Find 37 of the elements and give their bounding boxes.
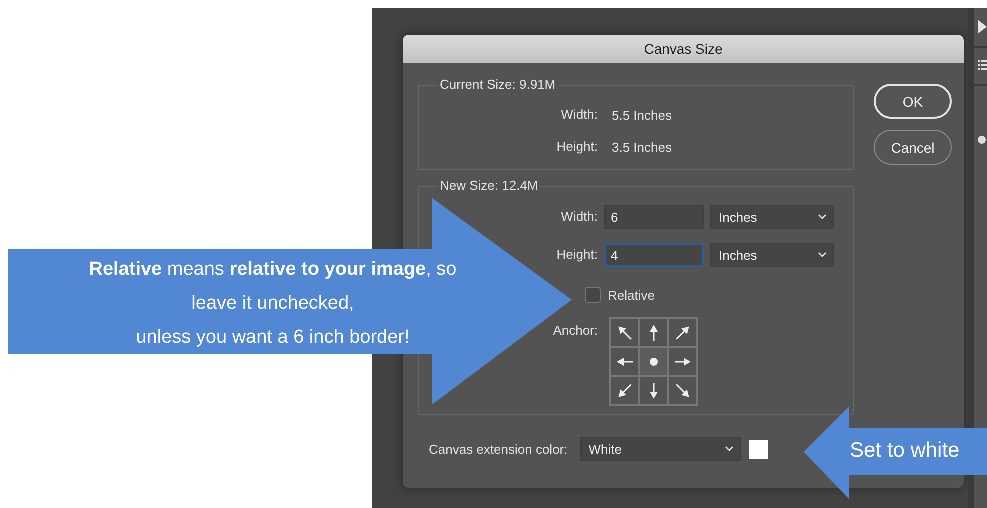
color-dropdown[interactable]: White (580, 437, 741, 461)
dot-icon (978, 136, 986, 144)
dot-icon (650, 358, 658, 366)
size-value: 5.5 Inches (612, 108, 673, 122)
field-label: Width: (560, 208, 598, 226)
field-label: Canvas extension color: (429, 442, 568, 456)
size-input[interactable]: 4 (604, 243, 704, 267)
anchor-button[interactable] (610, 347, 639, 376)
field-label: Height: (556, 138, 598, 156)
checkbox-label: Relative (608, 288, 655, 302)
color-swatch[interactable] (748, 440, 768, 458)
callout-text: Set to white (850, 438, 961, 464)
unit-dropdown[interactable]: Inches (710, 243, 834, 267)
anchor-button[interactable] (668, 376, 697, 405)
anchor-button[interactable] (668, 347, 697, 376)
anchor-button[interactable] (639, 347, 668, 376)
anchor-button[interactable] (668, 318, 697, 347)
size-value: 3.5 Inches (612, 140, 673, 154)
relative-checkbox[interactable] (585, 287, 601, 303)
anchor-button[interactable] (639, 318, 668, 347)
chevron-icon (724, 446, 734, 452)
chevron-icon (818, 252, 827, 258)
size-input[interactable]: 6 (604, 205, 704, 229)
anchor-button[interactable] (610, 318, 639, 347)
anchor-button[interactable] (639, 376, 668, 405)
dialog-button[interactable]: Cancel (874, 130, 952, 165)
chevron-icon (818, 214, 827, 220)
anchor-button[interactable] (610, 376, 639, 405)
unit-dropdown[interactable]: Inches (710, 205, 834, 229)
dialog-button[interactable]: OK (874, 84, 952, 119)
dialog-title: Canvas Size (644, 41, 723, 57)
field-label: Width: (560, 106, 598, 124)
play-icon[interactable] (978, 20, 987, 34)
callout-text: Relative means relative to your image, so leave it unchecked, unless you want a 6 inch border! (88, 258, 458, 350)
field-label: Anchor: (552, 322, 598, 340)
field-label: Height: (556, 246, 598, 264)
list-icon[interactable] (978, 60, 987, 72)
